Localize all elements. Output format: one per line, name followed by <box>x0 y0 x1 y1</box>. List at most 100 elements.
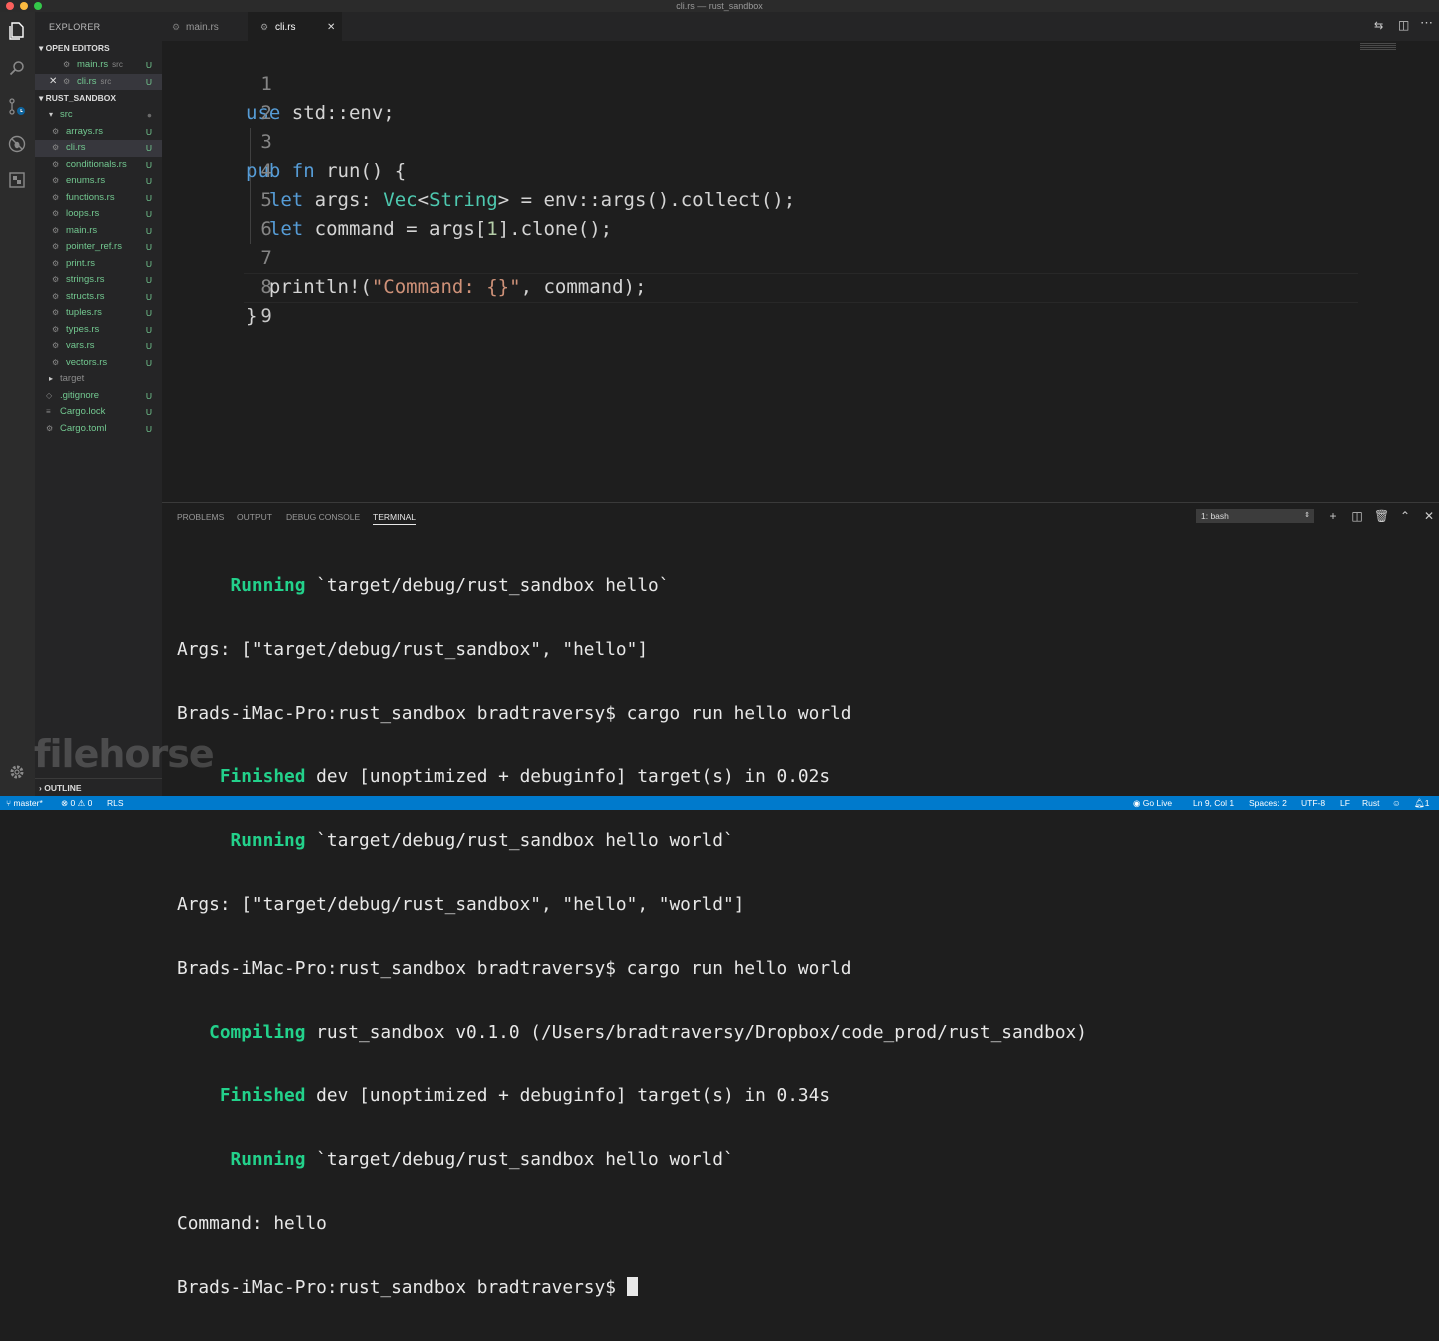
encoding[interactable]: UTF-8 <box>1301 796 1325 810</box>
terminal-line: Compiling rust_sandbox v0.1.0 (/Users/br… <box>177 1021 1087 1043</box>
warning-icon: ⚠ <box>77 798 86 808</box>
file-item[interactable]: ◇ .gitignore U <box>35 388 162 405</box>
terminal-prompt-line: Brads-iMac-Pro:rust_sandbox bradtraversy… <box>177 1276 1087 1299</box>
project-header[interactable]: ▾ RUST_SANDBOX <box>35 90 162 107</box>
extensions-icon[interactable] <box>6 172 28 194</box>
file-item[interactable]: ⚙ pointer_ref.rs U <box>35 239 162 256</box>
debug-icon[interactable] <box>6 135 28 157</box>
folder-target[interactable]: ▸ target <box>35 371 162 388</box>
close-window-button[interactable] <box>6 2 14 10</box>
file-item[interactable]: ⚙ vectors.rs U <box>35 355 162 372</box>
language-mode[interactable]: Rust <box>1362 796 1379 810</box>
split-editor-icon[interactable]: ◫ <box>1398 18 1409 32</box>
add-terminal-icon[interactable]: + <box>1326 509 1340 523</box>
code-line: 2 <box>260 102 272 124</box>
notifications-bell[interactable]: 🔔︎1 <box>1414 796 1430 810</box>
bottom-panel: PROBLEMS OUTPUT DEBUG CONSOLE TERMINAL 1… <box>162 502 1439 1298</box>
file-item[interactable]: ≡ Cargo.lock U <box>35 404 162 421</box>
file-item[interactable]: ⚙ tuples.rs U <box>35 305 162 322</box>
feedback-icon[interactable]: ☺ <box>1392 796 1401 810</box>
status-bar: ⑂ master* ⊗ 0 ⚠ 0 RLS ◉ Go Live Ln 9, Co… <box>0 796 1439 810</box>
chevron-down-icon: ▾ <box>49 110 54 119</box>
close-icon[interactable]: ✕ <box>49 74 57 91</box>
terminal-select[interactable]: 1: bash ⇕ <box>1196 509 1314 523</box>
rust-file-icon: ⚙ <box>52 242 60 251</box>
file-item[interactable]: ⚙ arrays.rs U <box>35 124 162 141</box>
tab-debug-console[interactable]: DEBUG CONSOLE <box>286 512 360 522</box>
tab-cli-rs[interactable]: ⚙ cli.rs ✕ <box>248 12 342 41</box>
split-terminal-icon[interactable]: ◫ <box>1350 509 1364 523</box>
outline-header[interactable]: › OUTLINE <box>35 778 162 796</box>
rust-file-icon: ⚙ <box>172 22 181 32</box>
file-item[interactable]: ⚙ conditionals.rs U <box>35 157 162 174</box>
trash-icon[interactable]: 🗑 <box>1374 509 1389 523</box>
file-item[interactable]: ⚙ cli.rs U <box>35 140 162 157</box>
gear-icon[interactable] <box>6 764 28 786</box>
terminal-line: Running `target/debug/rust_sandbox hello… <box>177 575 670 596</box>
file-item[interactable]: ⚙ main.rs U <box>35 223 162 240</box>
editor-tabs: ⚙ main.rs ⚙ cli.rs ✕ ⇆ ◫ ⋯ <box>162 12 1439 41</box>
compare-icon[interactable]: ⇆ <box>1374 19 1383 32</box>
text-file-icon: ≡ <box>46 407 51 416</box>
minimize-window-button[interactable] <box>20 2 28 10</box>
file-item[interactable]: ⚙ Cargo.toml U <box>35 421 162 438</box>
open-editor-item-cli[interactable]: ✕ ⚙ cli.rs src U <box>35 73 162 91</box>
problems-indicator[interactable]: ⊗ 0 ⚠ 0 <box>61 796 92 810</box>
watermark-logo: filehorse <box>34 732 215 776</box>
maximize-panel-icon[interactable]: ⌃ <box>1398 509 1412 523</box>
file-item[interactable]: ⚙ types.rs U <box>35 322 162 339</box>
open-editor-item-main[interactable]: ⚙ main.rs src U <box>35 57 162 74</box>
terminal-line: Finished dev [unoptimized + debuginfo] t… <box>177 1085 831 1107</box>
indentation[interactable]: Spaces: 2 <box>1249 796 1287 810</box>
git-status: U <box>145 76 152 87</box>
rust-file-icon: ⚙ <box>63 60 71 69</box>
more-actions-icon[interactable]: ⋯ <box>1420 15 1433 31</box>
rust-file-icon: ⚙ <box>52 275 60 284</box>
line-ending[interactable]: LF <box>1340 796 1350 810</box>
folder-src[interactable]: ▾ src ● <box>35 107 162 124</box>
code-line: 7 println!("Command: {}", command); <box>260 247 647 298</box>
tab-problems[interactable]: PROBLEMS <box>177 512 224 522</box>
file-item[interactable]: ⚙ loops.rs U <box>35 206 162 223</box>
file-item[interactable]: ⚙ enums.rs U <box>35 173 162 190</box>
rust-file-icon: ⚙ <box>52 258 60 268</box>
chevron-updown-icon: ⇕ <box>1304 512 1310 519</box>
error-icon: ⊗ <box>61 798 69 808</box>
terminal[interactable]: Running `target/debug/rust_sandbox hello… <box>177 533 1087 1341</box>
tab-output[interactable]: OUTPUT <box>237 512 272 522</box>
modified-dot: ● <box>146 110 152 120</box>
file-item[interactable]: ⚙ structs.rs U <box>35 289 162 306</box>
close-panel-icon[interactable]: ✕ <box>1422 509 1436 523</box>
file-item[interactable]: ⚙ strings.rs U <box>35 272 162 289</box>
explorer-sidebar: EXPLORER ▾ OPEN EDITORS ⚙ main.rs src U ✕… <box>35 12 162 796</box>
close-icon[interactable]: ✕ <box>327 12 335 43</box>
file-item[interactable]: ⚙ print.rs U <box>35 256 162 273</box>
rust-file-icon: ⚙ <box>52 341 60 350</box>
minimap <box>1360 43 1396 51</box>
file-item[interactable]: ⚙ functions.rs U <box>35 190 162 207</box>
open-editors-header[interactable]: ▾ OPEN EDITORS <box>35 40 162 57</box>
terminal-line: Args: ["target/debug/rust_sandbox", "hel… <box>177 638 649 660</box>
rust-file-icon: ⚙ <box>52 159 60 169</box>
tab-terminal[interactable]: TERMINAL <box>373 512 416 525</box>
bell-icon: 🔔︎ <box>1414 798 1425 808</box>
broadcast-icon: ◉ <box>1133 798 1141 808</box>
maximize-window-button[interactable] <box>34 2 42 10</box>
code-line: 9 <box>260 305 272 327</box>
tab-main-rs[interactable]: ⚙ main.rs <box>162 12 248 41</box>
config-file-icon: ⚙ <box>46 423 54 433</box>
go-live-button[interactable]: ◉ Go Live <box>1133 796 1172 810</box>
code-editor[interactable]: 1 use std::env; 2 3 pub fn run() { 4 let… <box>162 41 1439 502</box>
rust-file-icon: ⚙ <box>260 22 269 32</box>
code-line: 5 let command = args[1].clone(); <box>260 189 613 240</box>
file-item[interactable]: ⚙ vars.rs U <box>35 338 162 355</box>
explorer-icon[interactable] <box>6 22 28 44</box>
code-line: 8 } <box>246 276 272 327</box>
search-icon[interactable] <box>6 60 28 82</box>
chevron-right-icon: ▸ <box>49 374 54 383</box>
rls-status[interactable]: RLS <box>107 796 124 810</box>
cursor-position[interactable]: Ln 9, Col 1 <box>1193 796 1234 810</box>
source-control-icon[interactable] <box>6 98 28 120</box>
rust-file-icon: ⚙ <box>52 308 60 317</box>
branch-indicator[interactable]: ⑂ master* <box>6 796 43 810</box>
